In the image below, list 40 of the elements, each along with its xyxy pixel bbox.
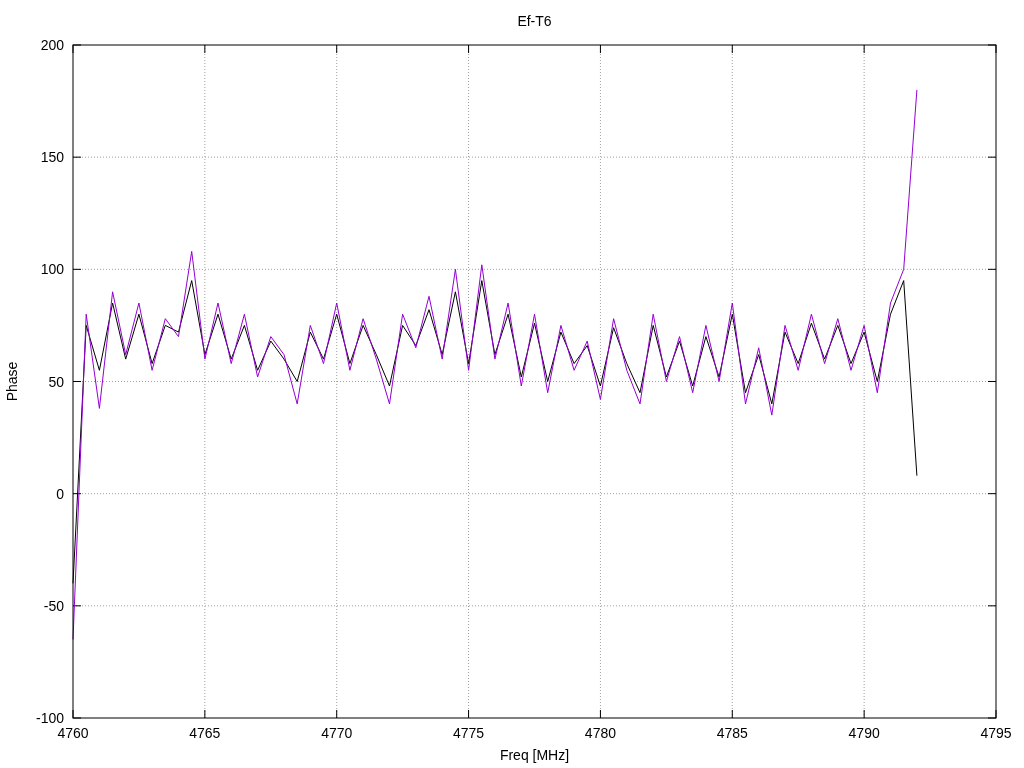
y-tick-label: 100 [40,261,64,278]
tick-mark [336,709,338,719]
tick-mark [987,156,997,158]
tick-mark [731,709,733,719]
x-tick-label: 4795 [980,725,1012,741]
tick-mark [987,493,997,495]
y-tick-label: 50 [48,373,64,390]
tick-mark [987,381,997,382]
tick-mark [599,709,601,719]
x-tick-label: 4775 [453,725,485,741]
y-tick-label: -100 [35,710,64,726]
tick-mark [72,156,82,158]
x-tick-label: 4780 [584,725,616,741]
y-tick-label: -50 [43,597,64,614]
tick-mark [987,605,997,607]
tick-mark [72,268,82,270]
tick-mark [863,709,865,719]
y-tick-label: 200 [40,37,64,53]
tick-mark [72,493,82,495]
tick-mark [336,44,338,54]
y-axis-label: Phase [4,361,20,402]
tick-mark [468,44,470,54]
x-axis-label: Freq [MHz] [499,747,570,763]
tick-mark [72,381,82,382]
tick-mark [599,44,601,54]
tick-mark [731,44,733,54]
tick-mark [204,44,206,54]
x-tick-label: 4770 [321,725,353,741]
x-tick-label: 4785 [716,725,748,741]
chart-title: Ef-T6 [517,13,552,29]
tick-mark [863,44,865,54]
tick-mark [987,268,997,270]
tick-mark [468,709,470,719]
x-tick-label: 4790 [848,725,880,741]
x-tick-label: 4765 [189,725,221,741]
tick-mark [72,605,82,607]
tick-mark [204,709,206,719]
x-tick-label: 4760 [57,725,89,741]
y-tick-label: 0 [56,485,64,502]
y-tick-label: 150 [40,149,64,166]
